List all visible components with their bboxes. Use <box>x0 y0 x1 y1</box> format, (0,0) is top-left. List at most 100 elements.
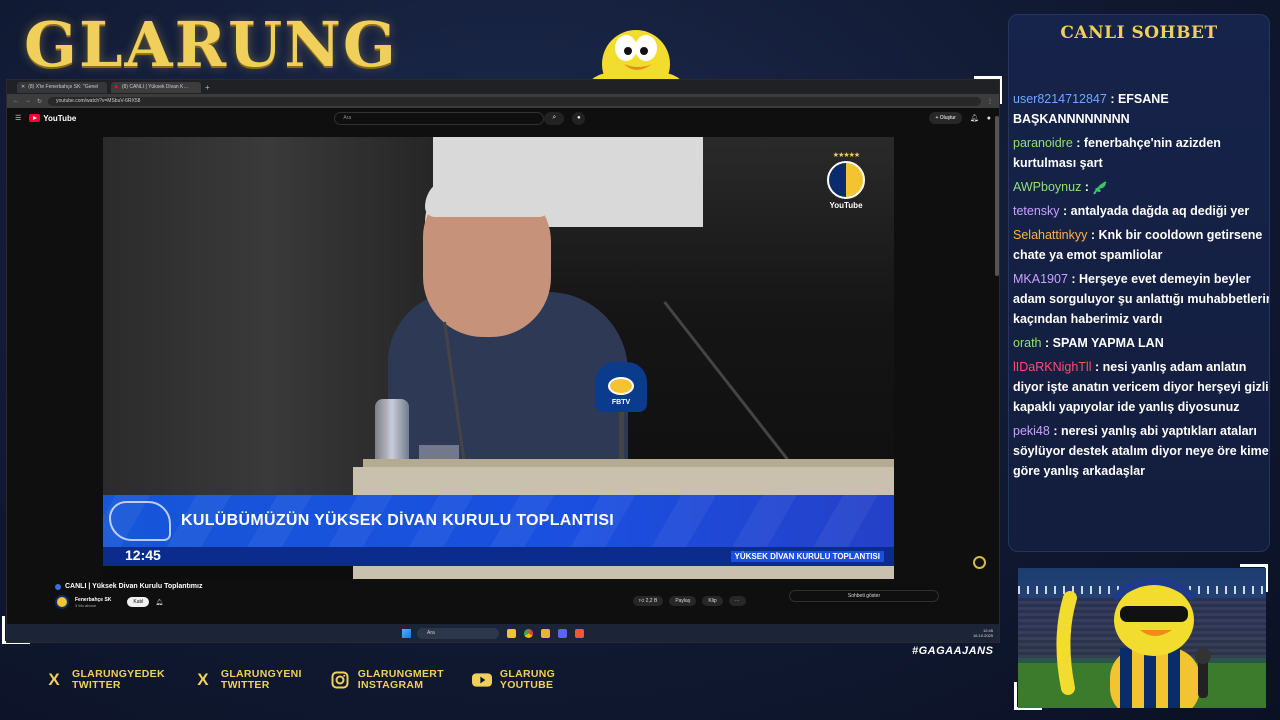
fenerbahce-logo-icon <box>608 377 634 395</box>
folder-icon[interactable] <box>541 628 550 638</box>
more-icon[interactable]: ⋯ <box>728 596 746 606</box>
webcam-view <box>1018 568 1266 708</box>
video-title-row: CANLI | Yüksek Divan Kurulu Toplantımız <box>55 583 995 590</box>
brave-icon[interactable] <box>575 628 584 638</box>
chat-username[interactable]: Selahattinkyy <box>1013 228 1087 242</box>
chat-message: paranoidre : fenerbahçe'nin azizden kurt… <box>1009 133 1269 173</box>
chat-separator: : <box>1049 424 1061 438</box>
fenerbahce-crest-icon <box>827 161 865 199</box>
notification-bell-icon[interactable]: 🔔︎ <box>970 114 979 122</box>
chat-messages: user8214712847 : EFSANE BAŞKANNNNNNNN par… <box>1009 89 1269 485</box>
chat-username[interactable]: user8214712847 <box>1013 92 1107 106</box>
show-chat-button[interactable]: Sohbeti göster <box>789 590 939 602</box>
url-field[interactable]: youtube.com/watch?v=MSbuV-6RX58 <box>48 96 981 106</box>
chat-message: lIDaRKNighTll : nesi yanlış adam anlatın… <box>1009 357 1269 417</box>
broadcast-clock: 12:45 <box>125 547 161 563</box>
create-button[interactable]: + Oluştur <box>929 112 962 124</box>
mic-icon[interactable]: ● <box>572 111 586 125</box>
stars-icon: ★★★★★ <box>832 152 860 159</box>
join-button[interactable]: Katıl <box>127 597 150 607</box>
clip-button[interactable]: Klip <box>702 596 723 606</box>
clock-bar: 12:45 YÜKSEK DİVAN KURULU TOPLANTISI <box>103 547 894 566</box>
chat-panel: CANLI SOHBET user8214712847 : EFSANE BAŞ… <box>1008 14 1270 552</box>
video-info: CANLI | Yüksek Divan Kurulu Toplantımız … <box>55 583 995 609</box>
discord-icon[interactable] <box>558 628 567 638</box>
plant-emote-icon <box>1092 180 1108 195</box>
social-twitter-yeni[interactable]: X GLARUNGYENI TWITTER <box>193 669 302 691</box>
social-platform: INSTAGRAM <box>357 679 424 691</box>
chat-username[interactable]: lIDaRKNighTll <box>1013 360 1092 374</box>
chat-text: antalyada dağda aq dediği yer <box>1070 204 1250 218</box>
social-platform: TWITTER <box>220 679 270 691</box>
chat-separator: : <box>1081 180 1093 194</box>
search-input[interactable]: Ara <box>334 111 545 125</box>
file-explorer-icon[interactable] <box>507 628 516 638</box>
chat-message: user8214712847 : EFSANE BAŞKANNNNNNNN <box>1009 89 1269 129</box>
channel-name[interactable]: Fenerbahçe SK <box>75 597 111 603</box>
live-icon <box>55 583 61 590</box>
chat-separator: : <box>1041 336 1053 350</box>
windows-start-icon[interactable] <box>402 628 411 638</box>
social-instagram[interactable]: GLARUNGMERT INSTAGRAM <box>330 669 444 691</box>
x-icon: ✕ <box>21 84 26 90</box>
social-twitter-yedek[interactable]: X GLARUNGYEDEK TWITTER <box>44 669 165 691</box>
taskbar-search-input[interactable]: Ara <box>417 627 499 639</box>
chat-title: CANLI SOHBET <box>1060 23 1218 43</box>
chat-message: tetensky : antalyada dağda aq dediği yer <box>1009 201 1269 221</box>
social-youtube[interactable]: GLARUNG YOUTUBE <box>471 669 555 691</box>
social-links: X GLARUNGYEDEK TWITTER X GLARUNGYENI TWITT… <box>44 669 555 691</box>
social-platform: YOUTUBE <box>499 679 554 691</box>
tray-date: 16.10.2025 <box>972 633 993 638</box>
video-title: CANLI | Yüksek Divan Kurulu Toplantımız <box>65 583 203 590</box>
thumbs-up-icon: 👍︎ <box>639 598 646 604</box>
chat-username[interactable]: AWPboynuz <box>1013 180 1081 194</box>
chat-username[interactable]: MKA1907 <box>1013 272 1068 286</box>
youtube-icon <box>471 670 492 690</box>
search-icon[interactable]: ⌕ <box>544 111 565 125</box>
fenerbahce-small-logo-icon <box>973 556 986 569</box>
tab-strip: ✕ (8) X'te Fenerbahçe SK: "Genel ▶ (8) CAN… <box>7 80 999 94</box>
banner-caption: YÜKSEK DİVAN KURULU TOPLANTISI <box>730 551 884 562</box>
forward-icon[interactable]: → <box>25 98 31 104</box>
chat-username[interactable]: paranoidre <box>1013 136 1073 150</box>
chat-message: peki48 : neresi yanlış abi yaptıkları at… <box>1009 421 1269 481</box>
channel-watermark: ★★★★★ YouTube <box>824 151 868 210</box>
banner-emblem-icon <box>109 501 171 541</box>
like-button[interactable]: 👍︎ 2,2 B <box>633 596 664 606</box>
chat-separator: : <box>1067 272 1080 286</box>
share-button[interactable]: Paylaş <box>669 596 697 606</box>
like-count: 2,2 B <box>645 598 658 604</box>
chrome-icon[interactable] <box>524 628 533 638</box>
chat-username[interactable]: orath <box>1013 336 1042 350</box>
chat-message: MKA1907 : Herşeye evet demeyin beyler ad… <box>1009 269 1269 329</box>
address-bar: ← → ↻ youtube.com/watch?v=MSbuV-6RX58 ⋮ <box>7 94 999 108</box>
extensions-icon[interactable]: ⋮ <box>987 98 993 105</box>
banner-title: KULÜBÜMÜZÜN YÜKSEK DİVAN KURULU TOPLANTI… <box>181 512 615 529</box>
youtube-tab-icon: ▶ <box>115 84 119 90</box>
browser-tab-active[interactable]: ▶ (8) CANLI | Yüksek Divan K… <box>111 81 201 93</box>
speaker-hair-top <box>425 177 549 217</box>
channel-avatar[interactable] <box>55 595 69 609</box>
mascot-streamer-icon <box>1056 577 1211 708</box>
system-tray[interactable]: 12:45 16.10.2025 <box>973 628 993 638</box>
lower-third-banner: KULÜBÜMÜZÜN YÜKSEK DİVAN KURULU TOPLANTI… <box>103 495 894 547</box>
youtube-logo[interactable]: YouTube <box>29 114 76 123</box>
scrollbar[interactable] <box>995 116 999 276</box>
chat-message: AWPboynuz : <box>1009 177 1269 197</box>
chat-username[interactable]: tetensky <box>1013 204 1060 218</box>
chat-message: orath : SPAM YAPMA LAN <box>1009 333 1269 353</box>
video-player[interactable]: FBTV ★★★★★ YouTube KULÜBÜMÜZÜN YÜKSEK Dİ… <box>103 137 894 579</box>
menu-icon[interactable]: ☰ <box>15 114 21 122</box>
chat-username[interactable]: peki48 <box>1013 424 1050 438</box>
new-tab-button[interactable]: + <box>205 83 210 92</box>
microphone-stand <box>619 412 624 462</box>
avatar[interactable]: ● <box>987 115 991 122</box>
x-icon: X <box>48 670 60 689</box>
x-icon: X <box>197 670 209 689</box>
browser-tab[interactable]: ✕ (8) X'te Fenerbahçe SK: "Genel <box>17 81 107 93</box>
back-icon[interactable]: ← <box>13 98 19 104</box>
subscribe-bell-icon[interactable]: 🔔︎ <box>155 599 163 606</box>
reload-icon[interactable]: ↻ <box>37 98 42 105</box>
watermark-label: YouTube <box>829 201 863 210</box>
channel-subscribers: 3 Mn abone <box>75 602 97 608</box>
